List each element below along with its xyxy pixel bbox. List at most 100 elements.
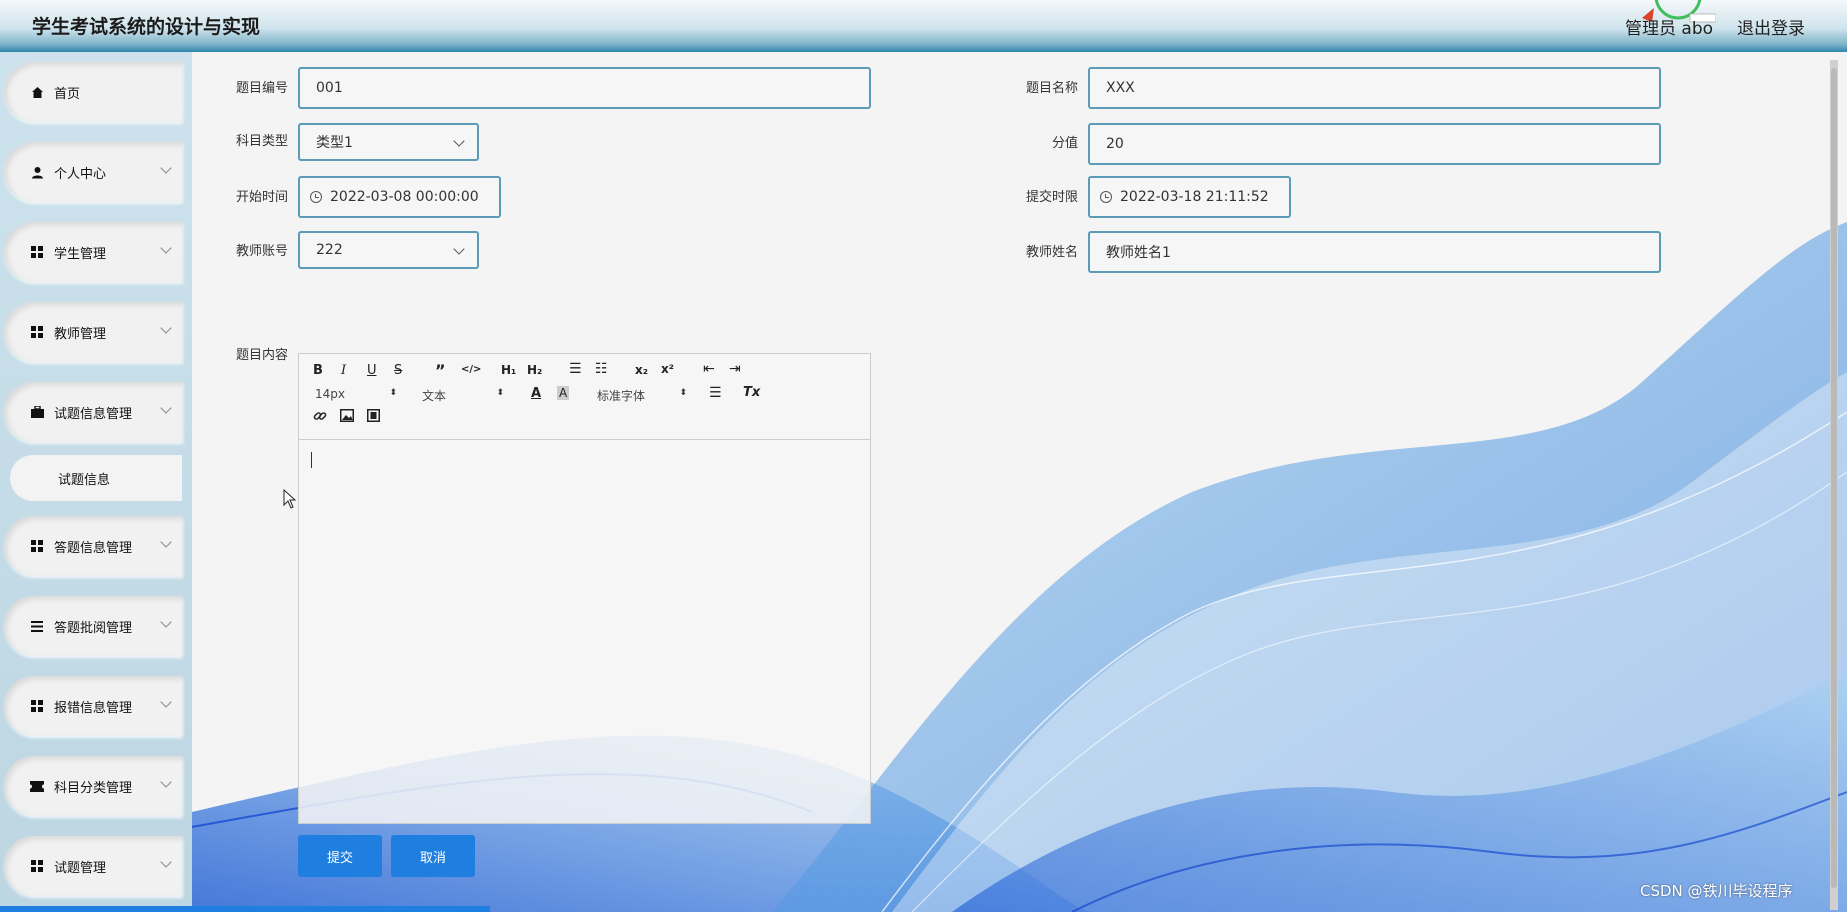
start-time-label: 开始时间 xyxy=(235,190,288,205)
sidebar-item-label: 首页 xyxy=(54,86,81,102)
sidebar-item-label: 答题信息管理 xyxy=(54,540,133,556)
sidebar: 首页 个人中心 学生管理 教师管理 试题信息管理 试题信息 答题信息管理 答题批… xyxy=(0,52,192,912)
sidebar-item-label: 教师管理 xyxy=(54,326,107,342)
sidebar-item-label: 答题批阅管理 xyxy=(54,620,133,636)
sidebar-item-teachers[interactable]: 教师管理 xyxy=(4,302,182,362)
type-select[interactable]: 类型1 xyxy=(298,123,479,161)
sidebar-item-label: 个人中心 xyxy=(54,166,107,182)
teacher-account-label: 教师账号 xyxy=(235,244,288,259)
indent-icon[interactable]: ⇥ xyxy=(729,361,741,377)
sidebar-item-label: 学生管理 xyxy=(54,246,107,262)
font-size-value: 14px xyxy=(315,387,345,401)
clear-format-icon[interactable]: Tx xyxy=(743,385,760,400)
chevron-down-icon xyxy=(160,402,172,414)
underline-icon[interactable]: U xyxy=(367,363,377,378)
link-icon[interactable] xyxy=(313,409,327,427)
sidebar-item-label: 科目分类管理 xyxy=(54,780,133,796)
teacher-account-value: 222 xyxy=(316,242,343,258)
name-input[interactable]: XXX xyxy=(1088,67,1661,109)
logout-link[interactable]: 退出登录 xyxy=(1737,14,1805,39)
deadline-label: 提交时限 xyxy=(1025,190,1078,205)
chevron-down-icon xyxy=(160,322,172,334)
subscript-icon[interactable]: x₂ xyxy=(635,363,648,377)
list-icon xyxy=(30,619,44,633)
text-color-icon[interactable]: A xyxy=(531,386,541,401)
align-icon[interactable]: ☰ xyxy=(709,385,722,401)
sidebar-subitem-question-info[interactable]: 试题信息 xyxy=(10,455,182,501)
clock-icon xyxy=(310,191,322,203)
text-type-select[interactable]: 文本 ⬍ xyxy=(422,387,504,404)
sidebar-item-profile[interactable]: 个人中心 xyxy=(4,142,182,202)
strikethrough-icon[interactable]: S xyxy=(394,363,402,378)
deadline-picker[interactable]: 2022-03-18 21:11:52 xyxy=(1088,176,1291,218)
background-color-icon[interactable]: A xyxy=(557,386,570,400)
updown-icon: ⬍ xyxy=(679,388,687,398)
chevron-down-icon xyxy=(160,616,172,628)
teacher-name-label: 教师姓名 xyxy=(1025,245,1078,260)
home-icon xyxy=(30,85,44,99)
sidebar-item-grading[interactable]: 答题批阅管理 xyxy=(4,596,182,656)
name-label: 题目名称 xyxy=(1025,81,1078,96)
grid-icon xyxy=(30,245,44,259)
sidebar-item-label: 报错信息管理 xyxy=(54,700,133,716)
sidebar-item-label: 试题管理 xyxy=(54,860,107,876)
font-family-select[interactable]: 标准字体 ⬍ xyxy=(597,387,687,404)
teacher-account-select[interactable]: 222 xyxy=(298,231,479,269)
heading2-icon[interactable]: H₂ xyxy=(527,363,542,377)
type-label: 科目类型 xyxy=(235,134,288,149)
code-icon[interactable]: </> xyxy=(461,364,481,375)
code-label: 题目编号 xyxy=(235,81,288,96)
sidebar-item-students[interactable]: 学生管理 xyxy=(4,222,182,282)
outdent-icon[interactable]: ⇤ xyxy=(703,361,715,377)
bullet-list-icon[interactable]: ☷ xyxy=(595,361,608,377)
content-label: 题目内容 xyxy=(235,348,288,363)
sidebar-item-subjects[interactable]: 科目分类管理 xyxy=(4,756,182,816)
sidebar-item-exams[interactable]: 试题管理 xyxy=(4,836,182,896)
top-header: 学生考试系统的设计与实现 管理员 abo 退出登录 xyxy=(0,0,1847,52)
grid-icon xyxy=(30,539,44,553)
rich-text-editor: B I U S ” </> H₁ H₂ ☰ ☷ x₂ x² ⇤ ⇥ 14px ⬍… xyxy=(298,353,871,824)
text-caret xyxy=(311,452,312,468)
font-size-select[interactable]: 14px ⬍ xyxy=(315,387,397,401)
ordered-list-icon[interactable]: ☰ xyxy=(569,361,582,377)
sidebar-item-error-reports[interactable]: 报错信息管理 xyxy=(4,676,182,736)
teacher-name-input[interactable]: 教师姓名1 xyxy=(1088,231,1661,273)
sidebar-item-question-info[interactable]: 试题信息管理 xyxy=(4,382,182,442)
chevron-down-icon xyxy=(160,242,172,254)
sidebar-item-answers[interactable]: 答题信息管理 xyxy=(4,516,182,576)
sidebar-item-home[interactable]: 首页 xyxy=(4,62,182,122)
main-content: 题目编号 001 题目名称 XXX 科目类型 类型1 分值 20 开始时间 20… xyxy=(192,52,1847,912)
superscript-icon[interactable]: x² xyxy=(661,362,674,376)
mouse-cursor-icon xyxy=(283,489,297,509)
heading1-icon[interactable]: H₁ xyxy=(501,363,516,377)
blockquote-icon[interactable]: ” xyxy=(435,361,446,380)
video-icon[interactable] xyxy=(367,409,380,426)
italic-icon[interactable]: I xyxy=(341,363,346,378)
chevron-down-icon xyxy=(160,856,172,868)
code-input[interactable]: 001 xyxy=(298,67,871,109)
submit-button[interactable]: 提交 xyxy=(298,835,382,877)
score-label: 分值 xyxy=(1051,136,1078,151)
user-icon xyxy=(30,165,44,179)
watermark-text: CSDN @铁川毕设程序 xyxy=(1640,882,1793,900)
grid-icon xyxy=(30,325,44,339)
bold-icon[interactable]: B xyxy=(313,363,323,378)
chevron-down-icon xyxy=(453,135,465,147)
horizontal-scrollbar[interactable] xyxy=(0,906,490,912)
editor-toolbar: B I U S ” </> H₁ H₂ ☰ ☷ x₂ x² ⇤ ⇥ 14px ⬍… xyxy=(299,354,870,440)
updown-icon: ⬍ xyxy=(496,388,504,398)
start-time-picker[interactable]: 2022-03-08 00:00:00 xyxy=(298,176,501,218)
chevron-down-icon xyxy=(160,776,172,788)
chevron-down-icon xyxy=(160,162,172,174)
text-type-value: 文本 xyxy=(422,389,447,403)
start-time-value: 2022-03-08 00:00:00 xyxy=(330,189,479,205)
image-icon[interactable] xyxy=(340,409,354,426)
cancel-button[interactable]: 取消 xyxy=(391,835,475,877)
chevron-down-icon xyxy=(160,536,172,548)
grid-icon xyxy=(30,699,44,713)
grid-icon xyxy=(30,859,44,873)
sidebar-item-label: 试题信息管理 xyxy=(54,406,133,422)
deadline-value: 2022-03-18 21:11:52 xyxy=(1120,189,1269,205)
score-input[interactable]: 20 xyxy=(1088,123,1661,165)
scrollbar-thumb[interactable] xyxy=(1831,68,1837,888)
